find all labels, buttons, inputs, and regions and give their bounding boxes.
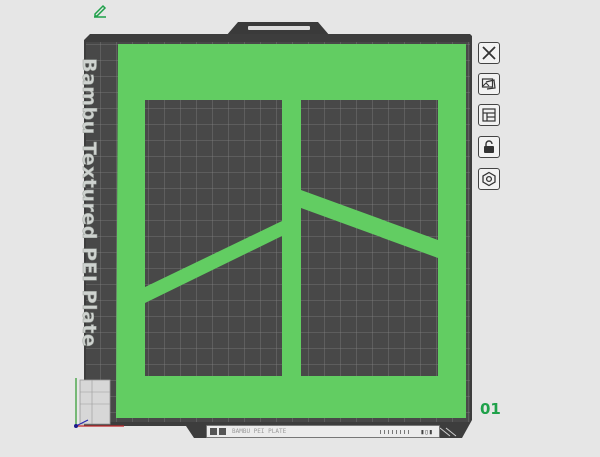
qr-icon-2 — [219, 428, 226, 435]
plate-number: 01 — [480, 400, 501, 418]
lock-icon — [484, 140, 494, 153]
image-icon — [481, 78, 496, 90]
lock-plate-button[interactable] — [478, 136, 500, 158]
import-image-button[interactable] — [478, 73, 500, 95]
arrange-button[interactable] — [478, 104, 500, 126]
close-icon — [482, 46, 496, 60]
tag-ruler — [380, 429, 413, 434]
plate-tag-text: BAMBU PEI PLATE — [232, 428, 287, 435]
layout-icon — [482, 108, 496, 122]
tag-icons: ▮▯▮ — [420, 427, 433, 436]
close-plate-button[interactable] — [478, 42, 500, 64]
plate-settings-button[interactable] — [478, 168, 500, 190]
plate-bottom-tag: BAMBU PEI PLATE ▮▯▮ — [206, 425, 440, 438]
hex-nut-icon — [482, 171, 496, 187]
qr-icon — [210, 428, 217, 435]
plate-name-label: Bambu Textured PEI Plate — [78, 58, 101, 348]
